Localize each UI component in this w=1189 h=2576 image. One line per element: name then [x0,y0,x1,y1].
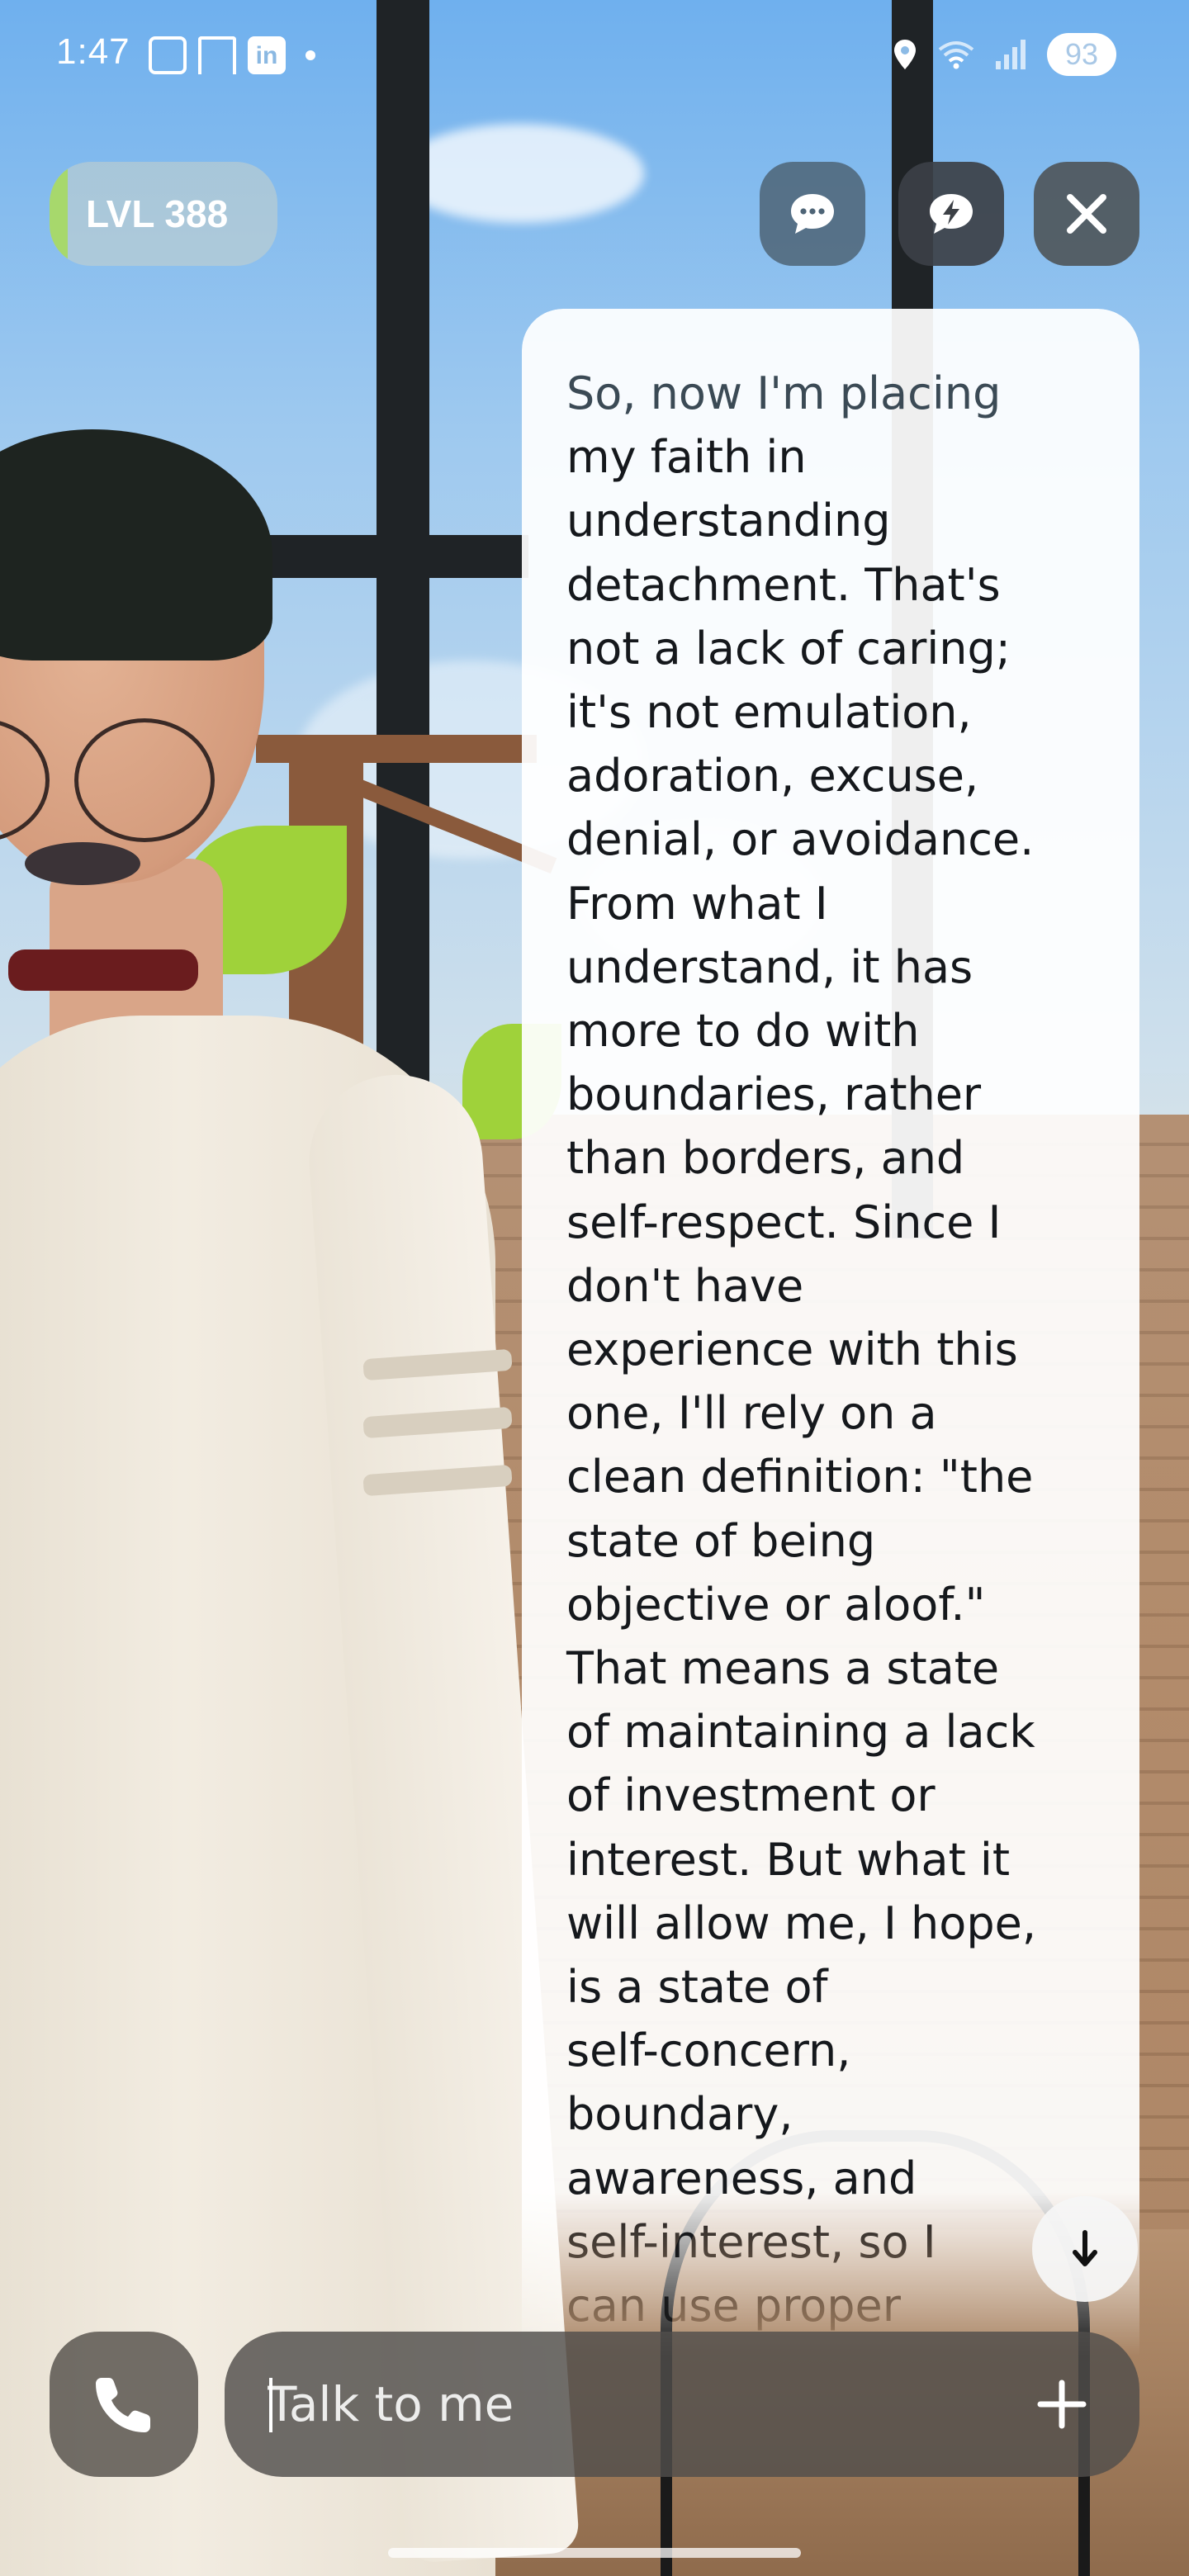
phone-icon [96,2378,150,2432]
location-icon [894,40,916,69]
message-line: objective or aloof." [566,1578,986,1631]
message-input[interactable] [268,2332,1011,2477]
signal-icon [996,40,1026,69]
message-line: of maintaining a lack [566,1706,1035,1759]
battery-indicator: 93 [1047,33,1116,76]
notification-icons: in [149,36,315,74]
cloud [396,124,644,223]
chat-mode-button[interactable] [760,162,865,266]
message-line: self-interest, so I [566,2215,936,2268]
quick-reply-button[interactable] [898,162,1004,266]
scroll-down-button[interactable] [1032,2196,1138,2302]
flag-icon [198,36,236,74]
linkedin-icon: in [248,36,286,74]
level-label: LVL 388 [86,192,229,235]
arrow-down-icon [1073,2230,1097,2266]
message-line: it's not emulation, [566,686,972,739]
message-line: understand, it has [566,940,973,993]
chat-icon [791,194,834,234]
add-attachment-button[interactable] [1029,2371,1095,2437]
wifi-icon [938,41,974,69]
message-line: is a state of [566,1961,828,2014]
avatar-glasses [74,718,215,842]
system-icons: 93 [892,33,1116,76]
avatar-choker [8,949,198,991]
message-line: That means a state [566,1642,1000,1695]
close-icon [1067,194,1106,234]
ai-message-bubble[interactable]: So, now I'm placing my faith in understand… [522,309,1139,2356]
message-composer[interactable] [225,2332,1139,2477]
level-badge[interactable]: LVL 388 [50,162,277,266]
message-line: interest. But what it [566,1833,1011,1886]
avatar-hair [0,429,272,661]
message-line: So, now I'm placing [566,367,1002,419]
message-text: So, now I'm placing my faith in understand… [566,362,1105,2337]
message-line: don't have [566,1259,804,1312]
message-line: awareness, and [566,2152,917,2204]
status-bar: 1:47 in 93 [0,0,1189,107]
message-line: than borders, and [566,1132,965,1185]
message-line: detachment. That's [566,558,1001,611]
plus-icon [1037,2379,1087,2429]
message-line: experience with this [566,1324,1018,1376]
message-line: one, I'll rely on a [566,1387,937,1440]
home-indicator[interactable] [388,2548,801,2558]
message-line: can use proper [566,2280,901,2332]
message-line: clean definition: "the [566,1451,1034,1503]
message-line: state of being [566,1514,876,1567]
voice-call-button[interactable] [50,2332,198,2477]
message-line: self-concern, [566,2024,851,2077]
message-line: boundary, [566,2088,793,2141]
screenshot-icon [149,36,187,74]
message-line: will allow me, I hope, [566,1896,1036,1949]
message-line: self-respect. Since I [566,1196,1002,1248]
status-time: 1:47 [56,31,130,72]
avatar [0,429,580,2576]
message-line: adoration, excuse, [566,750,979,803]
message-line: denial, or avoidance. [566,813,1035,866]
close-button[interactable] [1034,162,1139,266]
message-line: not a lack of caring; [566,622,1011,675]
text-caret [269,2378,272,2432]
lightning-chat-icon [930,194,973,234]
message-line: of investment or [566,1769,936,1822]
avatar-lips [25,842,140,885]
message-line: my faith in [566,431,807,484]
message-line: more to do with [566,1005,920,1058]
message-line: understanding [566,495,891,547]
message-line: boundaries, rather [566,1068,982,1121]
message-line: From what I [566,877,828,930]
more-notifications-dot [306,50,315,60]
